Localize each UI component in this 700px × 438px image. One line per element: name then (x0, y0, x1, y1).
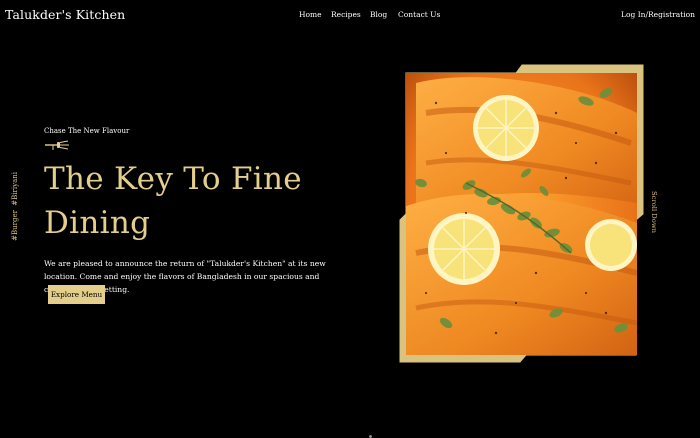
nav-blog[interactable]: Blog (370, 10, 387, 19)
headline-line-1: The Key To Fine (44, 161, 302, 197)
login-registration-link[interactable]: Log In/Registration (621, 10, 695, 19)
lemon-slice-2 (428, 213, 500, 285)
side-hashtags: #Biriyani #Burger (11, 172, 25, 241)
food-illustration (406, 73, 637, 355)
nav-recipes[interactable]: Recipes (331, 10, 361, 19)
lemon-slice-1 (473, 95, 539, 161)
nav-contact-us[interactable]: Contact Us (398, 10, 440, 19)
explore-menu-button[interactable]: Explore Menu (48, 285, 105, 304)
salmon-dish-image (406, 73, 637, 355)
lemon-slice-3 (585, 219, 637, 271)
fork-knife-icon (45, 140, 69, 150)
nav-home[interactable]: Home (299, 10, 322, 19)
hero-image-frame (398, 64, 645, 364)
hashtag-biriyani[interactable]: #Biriyani (11, 172, 19, 206)
headline-line-2: Dining (44, 205, 151, 241)
hero-tagline: Chase The New Flavour (44, 127, 130, 135)
hashtag-burger[interactable]: #Burger (11, 210, 19, 241)
scroll-down-link[interactable]: Scroll Down (650, 191, 658, 239)
brand-logo[interactable]: Talukder's Kitchen (5, 7, 125, 22)
hero-headline: The Key To Fine Dining (44, 157, 302, 245)
